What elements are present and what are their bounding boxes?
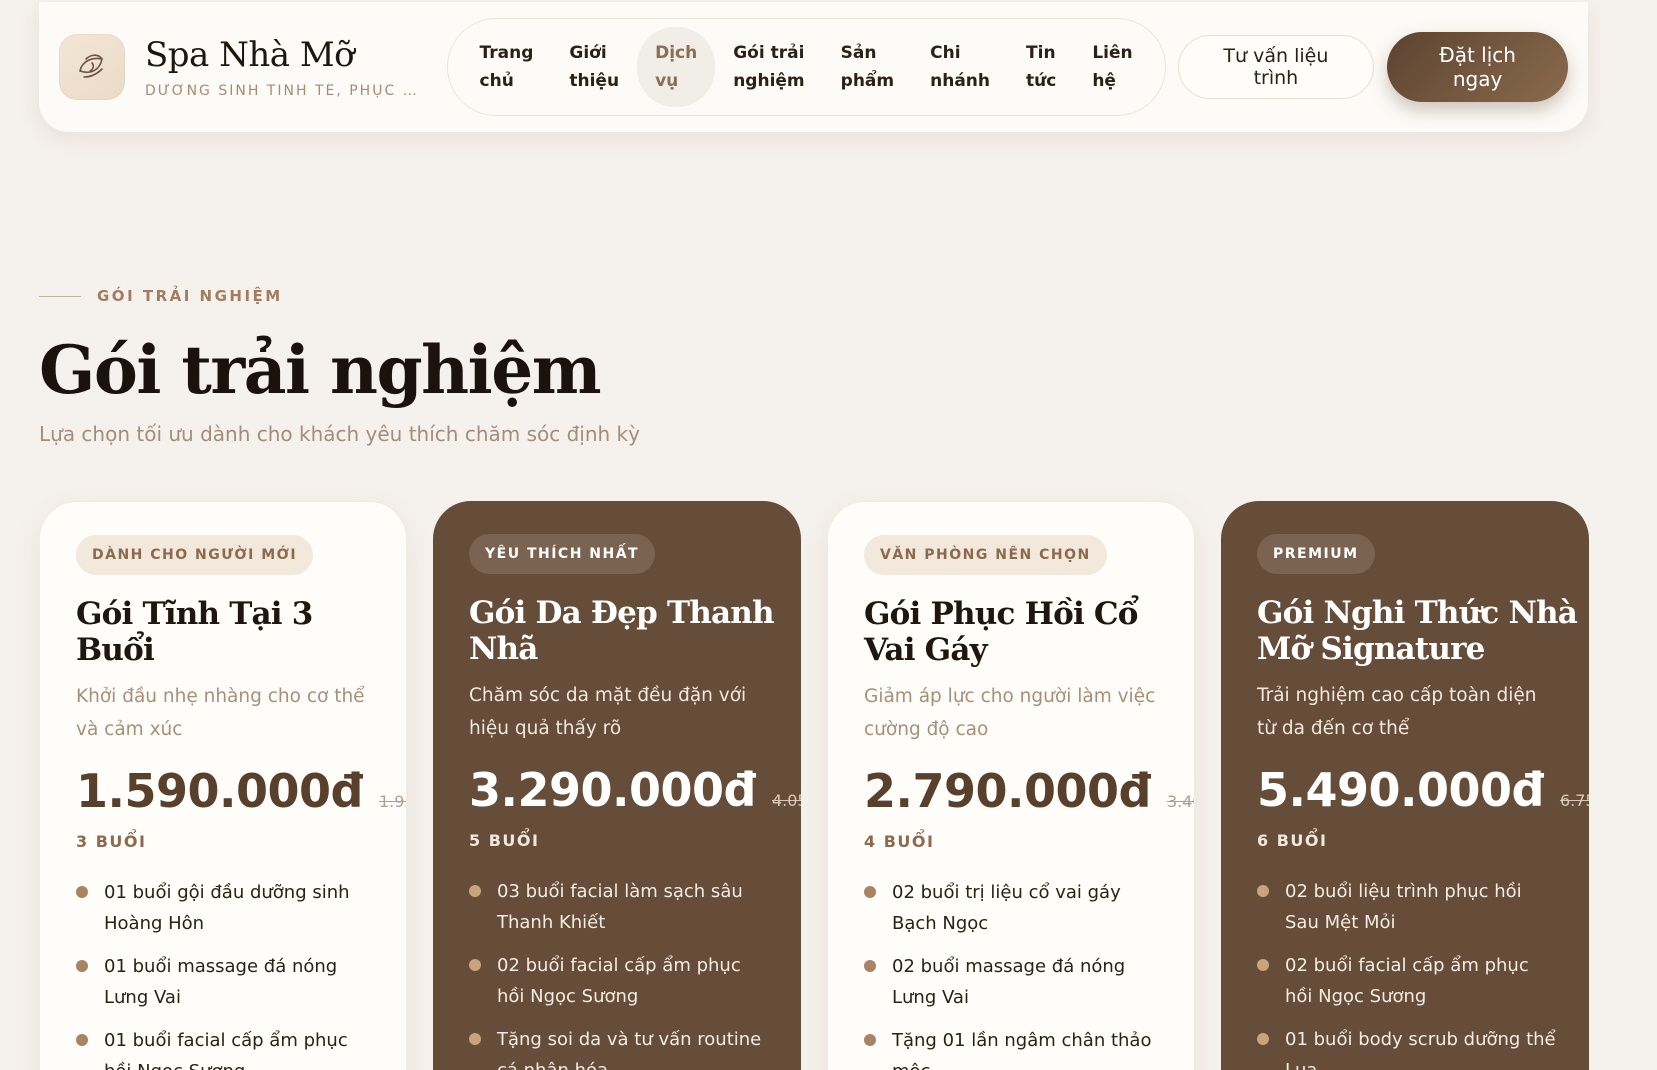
package-card[interactable]: PREMIUM Gói Nghi Thức Nhà Mỡ Signature Trả…	[1221, 501, 1589, 1070]
feature-item: 01 buổi massage đá nóng Lưng Vai	[76, 951, 376, 1013]
package-price: 5.490.000đ	[1257, 763, 1544, 817]
book-now-button[interactable]: Đặt lịch ngay	[1387, 32, 1569, 102]
section-eyebrow: GÓI TRẢI NGHIỆM	[39, 287, 283, 305]
package-old-price: 6.750.000đ	[1559, 791, 1589, 810]
nav-item-3[interactable]: Gói trải nghiệm	[715, 27, 822, 107]
package-old-price: 1.950.000đ	[378, 792, 406, 811]
package-title: Gói Phục Hồi Cổ Vai Gáy	[864, 596, 1138, 668]
package-sessions: 4 BUỔI	[864, 832, 935, 851]
package-price: 1.590.000đ	[76, 764, 363, 818]
main-nav: Trang chủ Giới thiệu Dịch vụ Gói trải nghiệm Sản…	[446, 18, 1166, 116]
brand-title: Spa Nhà Mỡ	[145, 35, 355, 75]
nav-item-7[interactable]: Liên hệ	[1074, 27, 1150, 107]
nav-item-label: Tin	[1026, 43, 1056, 63]
feature-item: 03 buổi facial làm sạch sâu Thanh Khiết	[469, 876, 769, 938]
nav-item-label: Dịch	[655, 43, 698, 63]
feature-item: 02 buổi facial cấp ẩm phục hồi Ngọc Sươn…	[469, 950, 769, 1012]
nav-item-label: Chi	[930, 43, 961, 63]
package-badge: VĂN PHÒNG NÊN CHỌN	[864, 535, 1107, 575]
nav-item-4[interactable]: Sản phẩm	[823, 27, 912, 107]
package-description: Giảm áp lực cho người làm việc cường độ …	[864, 686, 1156, 740]
package-card[interactable]: DÀNH CHO NGƯỜI MỚI Gói Tĩnh Tại 3 Buổi Khở…	[39, 501, 407, 1070]
package-card[interactable]: VĂN PHÒNG NÊN CHỌN Gói Phục Hồi Cổ Vai Gá…	[827, 501, 1195, 1070]
nav-item-label: thiệu	[569, 71, 620, 91]
price-row: 3.290.000đ 4.050.000đ	[469, 763, 801, 817]
nav-item-label: hệ	[1092, 71, 1116, 91]
feature-item: Tặng soi da và tư vấn routine cá nhân hó…	[469, 1024, 769, 1070]
package-features: 02 buổi trị liệu cổ vai gáy Bạch Ngọc 02 …	[864, 877, 1164, 1070]
package-description: Khởi đầu nhẹ nhàng cho cơ thể và cảm xúc	[76, 686, 365, 740]
package-price: 2.790.000đ	[864, 764, 1151, 818]
brand[interactable]: Spa Nhà Mỡ DƯỠNG SINH TINH TẾ, PHỤC H...	[59, 34, 423, 100]
nav-item-1[interactable]: Giới thiệu	[551, 27, 637, 107]
price-row: 1.590.000đ 1.950.000đ	[76, 764, 406, 818]
feature-item: 02 buổi massage đá nóng Lưng Vai	[864, 951, 1164, 1013]
nav-item-6[interactable]: Tin tức	[1008, 27, 1074, 107]
nav-item-label: nghiệm	[733, 71, 805, 91]
package-badge: YÊU THÍCH NHẤT	[469, 534, 656, 574]
package-sessions: 6 BUỔI	[1257, 831, 1328, 850]
package-title: Gói Tĩnh Tại 3 Buổi	[76, 596, 313, 668]
package-old-price: 3.400.000đ	[1166, 792, 1194, 811]
nav-item-5[interactable]: Chi nhánh	[912, 27, 1008, 107]
nav-item-label: tức	[1026, 71, 1057, 91]
package-old-price: 4.050.000đ	[771, 791, 801, 810]
brand-tagline: DƯỠNG SINH TINH TẾ, PHỤC H...	[145, 83, 417, 99]
package-features: 03 buổi facial làm sạch sâu Thanh Khiết 0…	[469, 876, 769, 1070]
consult-button[interactable]: Tư vấn liệu trình	[1177, 35, 1375, 99]
section-subtitle: Lựa chọn tối ưu dành cho khách yêu thích…	[39, 422, 640, 446]
package-features: 02 buổi liệu trình phục hồi Sau Mệt Mỏi 0…	[1257, 876, 1557, 1070]
package-sessions: 3 BUỔI	[76, 832, 147, 851]
nav-item-label: chủ	[479, 71, 514, 91]
eyebrow-divider	[39, 295, 81, 297]
price-row: 2.790.000đ 3.400.000đ	[864, 764, 1194, 818]
section-title: Gói trải nghiệm	[39, 331, 602, 409]
nav-item-label: Gói trải	[733, 43, 805, 63]
price-row: 5.490.000đ 6.750.000đ	[1257, 763, 1589, 817]
feature-item: 01 buổi body scrub dưỡng thể Lụa	[1257, 1024, 1557, 1070]
lotus-logo-icon	[59, 34, 125, 100]
package-card[interactable]: YÊU THÍCH NHẤT Gói Da Đẹp Thanh Nhã Chăm s…	[433, 501, 801, 1070]
nav-item-label: Sản	[840, 43, 877, 63]
package-sessions: 5 BUỔI	[469, 831, 540, 850]
nav-item-label: Giới	[569, 43, 607, 63]
eyebrow-label: GÓI TRẢI NGHIỆM	[97, 287, 283, 305]
package-cards: DÀNH CHO NGƯỜI MỚI Gói Tĩnh Tại 3 Buổi Khở…	[39, 501, 1589, 1070]
package-title: Gói Nghi Thức Nhà Mỡ Signature	[1257, 595, 1578, 667]
feature-item: 02 buổi liệu trình phục hồi Sau Mệt Mỏi	[1257, 876, 1557, 938]
nav-item-label: nhánh	[930, 71, 991, 91]
nav-item-0[interactable]: Trang chủ	[462, 27, 552, 107]
package-price: 3.290.000đ	[469, 763, 756, 817]
feature-item: 01 buổi facial cấp ẩm phục hồi Ngọc Sươn…	[76, 1025, 376, 1070]
package-badge: DÀNH CHO NGƯỜI MỚI	[76, 535, 314, 575]
nav-item-label: vụ	[655, 71, 679, 91]
site-header: Spa Nhà Mỡ DƯỠNG SINH TINH TẾ, PHỤC H...…	[39, 2, 1588, 132]
feature-item: 02 buổi trị liệu cổ vai gáy Bạch Ngọc	[864, 877, 1164, 939]
nav-item-label: Trang	[479, 43, 534, 63]
nav-item-2[interactable]: Dịch vụ	[637, 27, 716, 107]
nav-item-label: Liên	[1092, 43, 1133, 63]
feature-item: 02 buổi facial cấp ẩm phục hồi Ngọc Sươn…	[1257, 950, 1557, 1012]
feature-item: Tặng 01 lần ngâm chân thảo mộc	[864, 1025, 1164, 1070]
package-features: 01 buổi gội đầu dưỡng sinh Hoàng Hôn 01 b…	[76, 877, 376, 1070]
package-description: Chăm sóc da mặt đều đặn với hiệu quả thấ…	[469, 685, 747, 739]
nav-item-label: phẩm	[840, 71, 895, 91]
feature-item: 01 buổi gội đầu dưỡng sinh Hoàng Hôn	[76, 877, 376, 939]
package-badge: PREMIUM	[1257, 534, 1375, 574]
package-title: Gói Da Đẹp Thanh Nhã	[469, 595, 775, 667]
package-description: Trải nghiệm cao cấp toàn diện từ da đến …	[1257, 685, 1537, 739]
